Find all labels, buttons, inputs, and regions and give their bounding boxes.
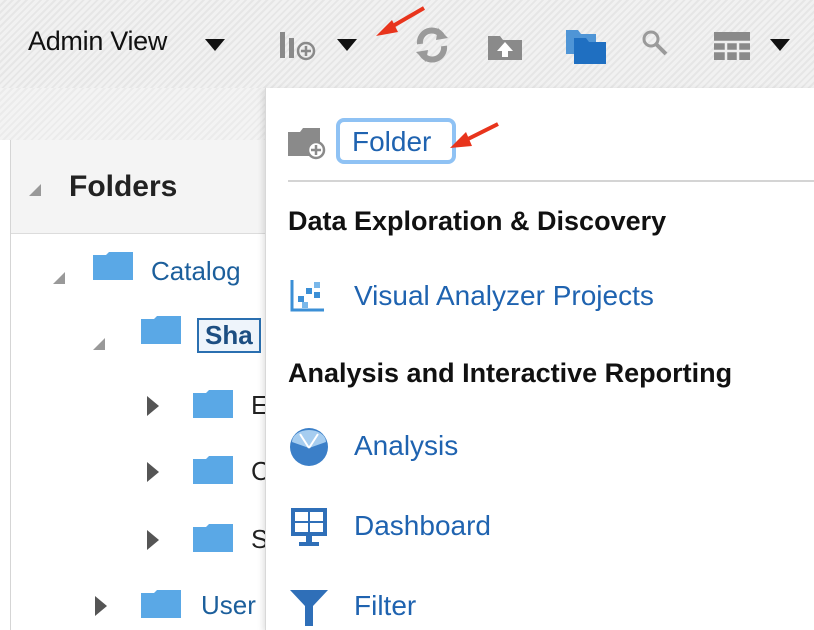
folder-icon <box>193 524 233 552</box>
scatter-icon <box>290 280 324 312</box>
annotation-arrow-icon <box>376 6 426 36</box>
grid-chevron-icon[interactable] <box>770 39 790 51</box>
menu-item-dashboard[interactable]: Dashboard <box>288 502 808 552</box>
menu-item-label: Analysis <box>354 430 459 461</box>
folders-header[interactable]: Folders <box>11 140 271 234</box>
new-folder-icon <box>288 128 326 160</box>
folder-icon <box>193 390 233 418</box>
section-analysis-reporting: Analysis and Interactive Reporting <box>288 358 733 388</box>
tree-item-shared[interactable]: Sha <box>197 318 261 353</box>
menu-item-filter[interactable]: Filter <box>288 582 808 630</box>
tree-item-catalog[interactable]: Catalog <box>151 256 241 287</box>
menu-item-label: Filter <box>354 590 417 621</box>
collapse-triangle-icon[interactable] <box>29 184 41 196</box>
menu-item-label: Dashboard <box>354 510 491 541</box>
expand-triangle-icon[interactable] <box>147 396 159 416</box>
folder-icon <box>141 590 181 618</box>
new-chart-icon[interactable] <box>278 28 318 62</box>
tree-item-users[interactable]: User <box>201 590 256 621</box>
menu-item-visual-analyzer[interactable]: Visual Analyzer Projects <box>288 272 808 322</box>
view-selector[interactable]: Admin View <box>28 26 167 57</box>
section-data-exploration: Data Exploration & Discovery <box>288 206 667 236</box>
menu-item-folder[interactable]: Folder <box>336 118 456 164</box>
search-icon[interactable] <box>640 28 670 58</box>
expand-triangle-icon[interactable] <box>147 462 159 482</box>
grid-icon[interactable] <box>712 30 752 62</box>
folder-icon <box>93 252 133 280</box>
annotation-arrow-icon <box>450 122 499 148</box>
folder-icon <box>141 316 181 344</box>
folders-pane: Folders Catalog Sha E C S User <box>10 140 271 630</box>
filter-icon <box>290 590 328 626</box>
analysis-icon <box>290 428 328 466</box>
new-menu: Folder Data Exploration & Discovery Visu… <box>265 88 814 630</box>
expand-triangle-icon[interactable] <box>95 596 107 616</box>
new-menu-chevron-icon[interactable] <box>337 39 357 51</box>
menu-divider <box>288 180 814 182</box>
upload-icon[interactable] <box>486 30 524 62</box>
folders-title: Folders <box>69 170 178 203</box>
menu-item-analysis[interactable]: Analysis <box>288 422 808 472</box>
copy-folder-icon[interactable] <box>564 26 608 66</box>
dashboard-icon <box>291 508 327 546</box>
expand-triangle-icon[interactable] <box>147 530 159 550</box>
expand-triangle-icon[interactable] <box>53 272 65 284</box>
menu-item-label: Visual Analyzer Projects <box>354 280 654 311</box>
folder-icon <box>193 456 233 484</box>
expand-triangle-icon[interactable] <box>93 338 105 350</box>
chevron-down-icon[interactable] <box>205 39 225 51</box>
